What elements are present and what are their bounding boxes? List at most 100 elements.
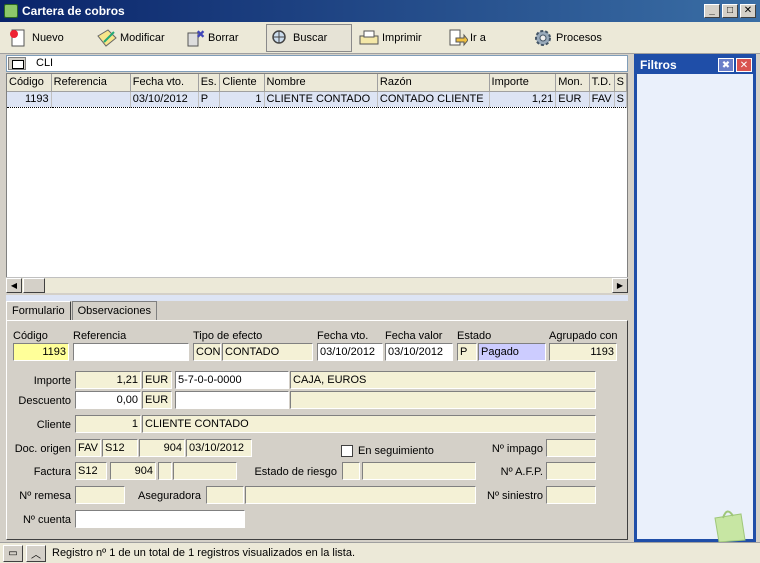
- ncuenta-field[interactable]: [75, 510, 245, 528]
- table-row[interactable]: 1193 03/10/2012 P 1 CLIENTE CONTADO CONT…: [7, 90, 627, 108]
- search-bar[interactable]: CLI: [6, 55, 628, 72]
- estado-code-field[interactable]: P: [457, 343, 477, 361]
- factura-label: Factura: [33, 466, 71, 478]
- doc-num-field[interactable]: 904: [139, 439, 185, 457]
- cell-fecha-vto: 03/10/2012: [130, 90, 199, 108]
- seguimiento-checkbox[interactable]: [341, 445, 353, 457]
- procesos-button[interactable]: Procesos: [530, 24, 610, 52]
- tab-formulario[interactable]: Formulario: [6, 301, 71, 322]
- window-title: Cartera de cobros: [22, 4, 125, 18]
- referencia-field[interactable]: [73, 343, 189, 361]
- aseguradora-code-field[interactable]: [206, 486, 244, 504]
- importe-moneda-field[interactable]: EUR: [142, 371, 172, 389]
- cell-cliente: 1: [219, 90, 265, 108]
- clear-filters-icon[interactable]: ✖: [718, 58, 734, 72]
- buscar-button[interactable]: Buscar: [266, 24, 352, 52]
- descuento-cuenta-field[interactable]: [175, 391, 289, 409]
- factura-extra1-field[interactable]: [158, 462, 172, 480]
- imprimir-button[interactable]: Imprimir: [356, 24, 436, 52]
- nuevo-label: Nuevo: [32, 32, 64, 44]
- fecha-vto-field[interactable]: 03/10/2012: [317, 343, 383, 361]
- status-bar: ▭ ︿ Registro nº 1 de un total de 1 regis…: [0, 542, 760, 563]
- col-moneda[interactable]: Mon.: [555, 74, 590, 92]
- search-input[interactable]: CLI: [36, 57, 53, 69]
- col-codigo[interactable]: Código: [7, 74, 52, 92]
- cuenta-code-field[interactable]: 5-7-0-0-0000: [175, 371, 289, 389]
- goto-icon: [446, 28, 469, 48]
- svg-text:✖: ✖: [196, 29, 205, 41]
- descuento-field[interactable]: 0,00: [75, 391, 141, 409]
- close-button[interactable]: ✕: [740, 4, 756, 18]
- descuento-moneda-field[interactable]: EUR: [142, 391, 172, 409]
- minimize-button[interactable]: _: [704, 4, 720, 18]
- doc-tipo-field[interactable]: FAV: [75, 439, 101, 457]
- factura-num-field[interactable]: 904: [110, 462, 156, 480]
- cell-importe: 1,21: [489, 90, 557, 108]
- seguimiento-label: En seguimiento: [358, 445, 434, 457]
- codigo-label: Código: [13, 330, 48, 342]
- tipo-efecto-code-field[interactable]: CON: [193, 343, 221, 361]
- modificar-button[interactable]: Modificar: [94, 24, 174, 52]
- factura-serie-field[interactable]: S12: [75, 462, 107, 480]
- scroll-thumb[interactable]: [23, 278, 45, 293]
- ncuenta-label: Nº cuenta: [22, 514, 71, 526]
- tab-observaciones[interactable]: Observaciones: [71, 301, 157, 321]
- borrar-button[interactable]: ✖ Borrar: [182, 24, 250, 52]
- col-importe[interactable]: Importe: [489, 74, 557, 92]
- descuento-label: Descuento: [18, 395, 71, 407]
- col-s[interactable]: S: [614, 74, 627, 92]
- importe-field[interactable]: 1,21: [75, 371, 141, 389]
- tipo-efecto-label: Tipo de efecto: [193, 330, 263, 342]
- printer-icon: [358, 28, 380, 48]
- cell-estado: P: [198, 90, 221, 108]
- horizontal-scrollbar[interactable]: ◀ ▶: [6, 277, 628, 293]
- factura-extra2-field: [173, 462, 237, 480]
- scroll-left-icon[interactable]: ◀: [6, 278, 22, 293]
- filters-panel: Filtros ✖ ✕: [634, 54, 756, 543]
- cliente-code-field[interactable]: 1: [75, 415, 141, 433]
- afp-field[interactable]: [546, 462, 596, 480]
- col-nombre[interactable]: Nombre: [264, 74, 378, 92]
- estado-label: Estado: [457, 330, 492, 342]
- scroll-right-icon[interactable]: ▶: [612, 278, 628, 293]
- collapse-up-icon[interactable]: ︿: [26, 544, 46, 562]
- doc-serie-field[interactable]: S12: [102, 439, 138, 457]
- col-fecha-vto[interactable]: Fecha vto.: [130, 74, 199, 92]
- grid-header: Código Referencia Fecha vto. Es. Cliente…: [7, 74, 627, 92]
- window-list-button[interactable]: ▭: [3, 544, 23, 562]
- col-razon[interactable]: Razón: [377, 74, 490, 92]
- remesa-field[interactable]: [75, 486, 125, 504]
- estado-name-field: Pagado: [478, 343, 546, 361]
- maximize-button[interactable]: □: [722, 4, 738, 18]
- col-cliente[interactable]: Cliente: [219, 74, 265, 92]
- agrupado-field[interactable]: 1193: [549, 343, 617, 361]
- cliente-name-field: CLIENTE CONTADO: [142, 415, 596, 433]
- col-td[interactable]: T.D.: [589, 74, 615, 92]
- siniestro-field[interactable]: [546, 486, 596, 504]
- cell-referencia: [51, 90, 131, 108]
- new-document-icon: [8, 28, 30, 48]
- fecha-valor-field[interactable]: 03/10/2012: [385, 343, 453, 361]
- window-titlebar: Cartera de cobros _ □ ✕: [0, 0, 760, 22]
- cliente-label: Cliente: [36, 419, 71, 431]
- col-estado[interactable]: Es.: [198, 74, 221, 92]
- cell-s: S: [614, 90, 627, 108]
- ira-button[interactable]: Ir a: [444, 24, 504, 52]
- nuevo-button[interactable]: Nuevo: [6, 24, 74, 52]
- afp-label: Nº A.F.P.: [500, 466, 543, 478]
- toolbar: Nuevo Modificar ✖ Borrar Buscar Imprimir…: [0, 22, 760, 54]
- impago-field[interactable]: [546, 439, 596, 457]
- close-filters-icon[interactable]: ✕: [736, 58, 752, 72]
- results-grid[interactable]: Código Referencia Fecha vto. Es. Cliente…: [6, 73, 628, 293]
- cell-moneda: EUR: [555, 90, 590, 108]
- cell-razon: CONTADO CLIENTE: [377, 90, 490, 108]
- filters-title: Filtros: [640, 58, 677, 72]
- window-list-icon[interactable]: [8, 57, 26, 70]
- codigo-field[interactable]: 1193: [13, 343, 69, 361]
- imprimir-label: Imprimir: [382, 32, 422, 44]
- doc-origen-label: Doc. origen: [14, 443, 71, 455]
- col-referencia[interactable]: Referencia: [51, 74, 131, 92]
- ira-label: Ir a: [470, 32, 486, 44]
- procesos-label: Procesos: [556, 32, 602, 44]
- riesgo-code-field[interactable]: [342, 462, 360, 480]
